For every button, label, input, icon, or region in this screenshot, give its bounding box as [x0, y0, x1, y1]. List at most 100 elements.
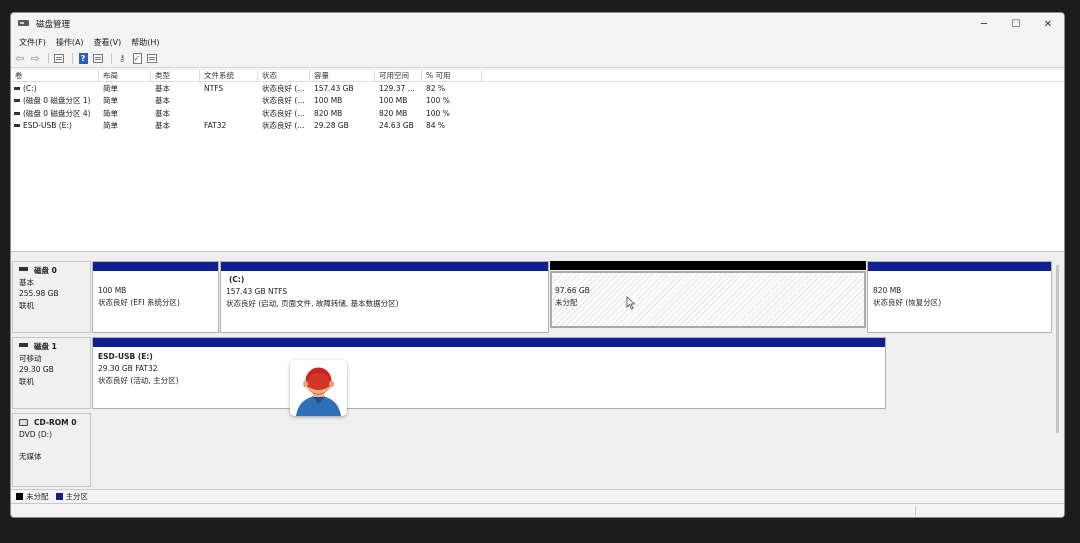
column-header-volume[interactable]: 卷	[11, 70, 99, 82]
partition-esd-usb[interactable]: ESD-USB (E:) 29.30 GB FAT32 状态良好 (活动, 主分…	[92, 337, 886, 409]
maximize-button[interactable]: ☐	[1000, 13, 1032, 35]
mouse-cursor-icon	[626, 296, 636, 310]
vertical-scrollbar[interactable]	[1056, 265, 1059, 433]
volume-name-cell: (C:)	[11, 84, 99, 93]
properties-icon	[147, 54, 157, 63]
table-cell: FAT32	[204, 121, 227, 131]
key-icon: ⚷	[118, 53, 126, 64]
legend-label: 未分配	[26, 492, 49, 501]
column-header-percent-free[interactable]: % 可用	[422, 70, 482, 82]
volume-name-cell: ESD-USB (E:)	[11, 121, 99, 130]
partition-status: 状态良好 (活动, 主分区)	[98, 376, 179, 385]
volume-name-cell: (磁盘 0 磁盘分区 4)	[11, 108, 99, 119]
partition-size: 97.66 GB	[555, 286, 590, 295]
back-arrow-icon[interactable]: ⇦	[14, 52, 26, 65]
partition-status: 状态良好 (启动, 页面文件, 故障转储, 基本数据分区)	[226, 299, 399, 308]
table-cell: 基本	[155, 121, 170, 131]
table-row[interactable]: (磁盘 0 磁盘分区 1) 简单 基本 状态良好 (... 100 MB 100…	[11, 95, 1064, 108]
column-header-filesystem[interactable]: 文件系统	[200, 70, 258, 82]
list-view-button[interactable]	[92, 53, 104, 65]
table-cell: 157.43 GB	[314, 83, 354, 93]
volume-list: 卷 布局 类型 文件系统 状态 容量 可用空间 % 可用 (C:) 简单 基本 …	[11, 70, 1064, 252]
table-cell: NTFS	[204, 83, 224, 93]
table-cell: 状态良好 (...	[262, 121, 305, 131]
column-header-type[interactable]: 类型	[151, 70, 200, 82]
partition-unallocated[interactable]: 97.66 GB 未分配	[550, 261, 866, 333]
table-cell: 基本	[155, 83, 170, 93]
table-cell: 84 %	[426, 121, 446, 131]
legend-label: 主分区	[65, 492, 89, 501]
table-cell: 简单	[103, 108, 118, 118]
table-row[interactable]: (C:) 简单 基本 NTFS 状态良好 (... 157.43 GB 129.…	[11, 82, 1064, 95]
column-header-capacity[interactable]: 容量	[310, 70, 375, 82]
toolbar-separator	[111, 53, 112, 64]
volume-icon	[14, 86, 20, 90]
toolbar: ⇦ ⇨ ? ⚷ ✓	[11, 50, 1064, 68]
help-button[interactable]: ?	[77, 53, 89, 65]
cdrom-name: CD-ROM 0	[34, 418, 77, 427]
table-cell: 24.63 GB	[379, 121, 414, 131]
cdrom-type: DVD (D:)	[19, 429, 53, 439]
legend-item-unallocated: 未分配	[16, 491, 49, 502]
cdrom-label[interactable]: CD-ROM 0 DVD (D:) 无媒体	[12, 413, 91, 487]
minimize-button[interactable]: ─	[968, 13, 1000, 35]
disk-1-label[interactable]: 磁盘 1 可移动 29.30 GB 联机	[12, 337, 91, 409]
partition-status: 状态良好 (EFI 系统分区)	[98, 298, 180, 307]
menu-help[interactable]: 帮助(H)	[126, 37, 164, 48]
disk-0-label[interactable]: 磁盘 0 基本 255.98 GB 联机	[12, 261, 91, 333]
properties-button[interactable]	[146, 53, 158, 65]
table-row[interactable]: (磁盘 0 磁盘分区 4) 简单 基本 状态良好 (... 820 MB 820…	[11, 107, 1064, 120]
disk-0-size: 255.98 GB	[19, 289, 59, 298]
column-header-layout[interactable]: 布局	[99, 70, 151, 82]
volume-icon	[14, 99, 20, 103]
panel-icon	[54, 54, 64, 63]
partition-bar	[221, 262, 548, 271]
menu-view[interactable]: 查看(V)	[89, 37, 127, 48]
partition-bar	[550, 261, 866, 270]
connect-disk-button[interactable]: ⚷	[116, 53, 128, 65]
volume-list-header: 卷 布局 类型 文件系统 状态 容量 可用空间 % 可用	[11, 70, 1064, 82]
volume-icon	[14, 111, 20, 115]
disk-icon	[19, 266, 28, 271]
cdrom-icon	[19, 419, 28, 427]
cdrom-name-row: CD-ROM 0	[19, 417, 90, 429]
table-cell: 29.28 GB	[314, 121, 349, 131]
unallocated-area: 97.66 GB 未分配	[550, 271, 866, 328]
partition-c-drive[interactable]: (C:) 157.43 GB NTFS 状态良好 (启动, 页面文件, 故障转储…	[220, 261, 549, 333]
checklist-icon: ✓	[132, 53, 142, 64]
status-bar-divider	[915, 506, 916, 516]
disk-0-type: 基本	[19, 277, 34, 287]
legend-item-primary: 主分区	[55, 491, 89, 502]
table-cell: 820 MB	[314, 108, 343, 118]
partition-size: 100 MB	[98, 286, 127, 295]
disk-management-app-icon	[18, 19, 30, 29]
table-cell: 100 %	[426, 96, 450, 106]
status-bar	[11, 503, 1064, 517]
volume-name-cell: (磁盘 0 磁盘分区 1)	[11, 95, 99, 106]
close-button[interactable]: ✕	[1032, 13, 1064, 35]
table-cell: 状态良好 (...	[262, 96, 305, 106]
volume-icon	[14, 124, 20, 128]
partition-title: ESD-USB (E:)	[98, 352, 153, 361]
partition-efi[interactable]: 100 MB 状态良好 (EFI 系统分区)	[92, 261, 219, 333]
partition-bar	[93, 338, 885, 347]
menu-action[interactable]: 操作(A)	[51, 37, 89, 48]
table-cell: 简单	[103, 121, 118, 131]
menu-file[interactable]: 文件(F)	[14, 37, 51, 48]
table-cell: 129.37 ...	[379, 83, 415, 93]
disk-1-size: 29.30 GB	[19, 365, 54, 374]
column-header-status[interactable]: 状态	[258, 70, 310, 82]
disk-1-name-row: 磁盘 1	[19, 341, 90, 353]
check-disk-button[interactable]: ✓	[131, 53, 143, 65]
partition-bar	[868, 262, 1051, 271]
show-pane-button[interactable]	[53, 53, 65, 65]
disk-1-type: 可移动	[19, 353, 42, 363]
table-cell: 状态良好 (...	[262, 108, 305, 118]
forward-arrow-icon[interactable]: ⇨	[29, 52, 41, 65]
table-row[interactable]: ESD-USB (E:) 简单 基本 FAT32 状态良好 (... 29.28…	[11, 120, 1064, 133]
column-header-free-space[interactable]: 可用空间	[375, 70, 422, 82]
partition-recovery[interactable]: 820 MB 状态良好 (恢复分区)	[867, 261, 1052, 333]
legend: 未分配 主分区	[11, 489, 1064, 503]
partition-size: 820 MB	[873, 286, 902, 295]
